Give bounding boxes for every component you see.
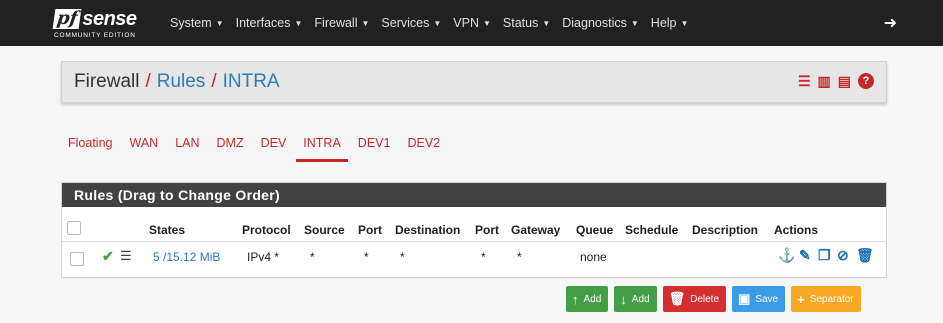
tab-lan[interactable]: LAN bbox=[175, 136, 199, 162]
menu-vpn-label: VPN bbox=[453, 16, 479, 30]
caret-down-icon: ▼ bbox=[680, 18, 689, 28]
col-source-port[interactable]: Port bbox=[358, 223, 382, 237]
separator-button[interactable]: + Separator bbox=[791, 286, 861, 312]
row-gateway: * bbox=[517, 250, 522, 264]
copy-icon[interactable]: ❐ bbox=[818, 247, 831, 264]
sliders-icon[interactable]: ☰ bbox=[798, 73, 811, 90]
tab-floating[interactable]: Floating bbox=[68, 136, 112, 162]
tab-intra[interactable]: INTRA bbox=[296, 136, 348, 162]
col-states[interactable]: States bbox=[149, 223, 185, 237]
edit-pencil-icon[interactable]: ✎ bbox=[799, 247, 811, 264]
menu-status-label: Status bbox=[502, 16, 539, 30]
caret-down-icon: ▼ bbox=[482, 18, 491, 28]
brand-sense: sense bbox=[82, 7, 137, 30]
menu-firewall-label: Firewall bbox=[314, 16, 358, 30]
breadcrumb-sep: / bbox=[145, 71, 151, 92]
menu-system-label: System bbox=[170, 16, 212, 30]
col-gateway[interactable]: Gateway bbox=[511, 223, 560, 237]
tab-dev[interactable]: DEV bbox=[261, 136, 287, 162]
col-source[interactable]: Source bbox=[304, 223, 345, 237]
breadcrumb-rules[interactable]: Rules bbox=[157, 71, 206, 93]
tab-dev1[interactable]: DEV1 bbox=[358, 136, 391, 162]
plus-icon: + bbox=[797, 291, 805, 307]
trash-icon: 🗑 bbox=[668, 291, 686, 306]
header-icons: ☰ ▥ ▤ ? bbox=[798, 73, 874, 90]
col-dest-port[interactable]: Port bbox=[475, 223, 499, 237]
add-bottom-button[interactable]: ↓ Add bbox=[614, 286, 657, 312]
row-source: * bbox=[310, 250, 315, 264]
interface-tabs: Floating WAN LAN DMZ DEV INTRA DEV1 DEV2 bbox=[68, 136, 457, 162]
save-label: Save bbox=[755, 293, 779, 305]
caret-down-icon: ▼ bbox=[630, 18, 639, 28]
sign-out-icon[interactable]: ➜ bbox=[884, 13, 897, 33]
caret-down-icon: ▼ bbox=[215, 18, 224, 28]
row-select-checkbox[interactable] bbox=[70, 252, 84, 266]
row-divider bbox=[62, 241, 886, 242]
tab-dev2[interactable]: DEV2 bbox=[407, 136, 440, 162]
row-states[interactable]: 5 /15.12 MiB bbox=[153, 250, 220, 264]
select-all-checkbox[interactable] bbox=[67, 221, 81, 235]
bar-chart-icon[interactable]: ▥ bbox=[818, 73, 831, 90]
caret-down-icon: ▼ bbox=[433, 18, 442, 28]
action-buttons: ↑ Add ↓ Add 🗑 Delete ▣ Save + Separator bbox=[566, 286, 861, 312]
menu-vpn[interactable]: VPN ▼ bbox=[453, 16, 491, 30]
col-actions: Actions bbox=[774, 223, 819, 237]
caret-down-icon: ▼ bbox=[542, 18, 551, 28]
separator-label: Separator bbox=[809, 293, 854, 305]
add-top-label: Add bbox=[583, 293, 602, 305]
arrow-down-icon: ↓ bbox=[620, 291, 627, 307]
col-destination[interactable]: Destination bbox=[395, 223, 460, 237]
breadcrumb-intra[interactable]: INTRA bbox=[223, 71, 280, 93]
brand-edition: COMMUNITY EDITION bbox=[54, 32, 136, 39]
menu-firewall[interactable]: Firewall ▼ bbox=[314, 16, 369, 30]
caret-down-icon: ▼ bbox=[361, 18, 370, 28]
row-queue: none bbox=[580, 250, 607, 264]
list-icon[interactable]: ▤ bbox=[838, 73, 851, 90]
page-title-bar: Firewall / Rules / INTRA ☰ ▥ ▤ ? bbox=[61, 61, 887, 103]
rules-panel: Rules (Drag to Change Order) States Prot… bbox=[61, 182, 887, 278]
rules-panel-title: Rules (Drag to Change Order) bbox=[62, 183, 886, 207]
list-log-icon[interactable]: ☰ bbox=[120, 248, 132, 264]
menu-help[interactable]: Help ▼ bbox=[651, 16, 689, 30]
row-source-port: * bbox=[364, 250, 369, 264]
save-icon: ▣ bbox=[738, 291, 751, 306]
menu-services-label: Services bbox=[381, 16, 430, 30]
menu-interfaces-label: Interfaces bbox=[235, 16, 291, 30]
save-button[interactable]: ▣ Save bbox=[732, 286, 786, 312]
help-icon[interactable]: ? bbox=[858, 73, 874, 89]
row-dest-port: * bbox=[481, 250, 486, 264]
pass-check-icon[interactable]: ✔ bbox=[102, 248, 114, 265]
arrow-up-icon: ↑ bbox=[572, 291, 579, 307]
menu-help-label: Help bbox=[650, 16, 677, 30]
tab-wan[interactable]: WAN bbox=[129, 136, 158, 162]
breadcrumb-firewall: Firewall bbox=[74, 71, 140, 92]
trash-icon[interactable]: 🗑 bbox=[856, 247, 874, 264]
col-schedule[interactable]: Schedule bbox=[625, 223, 678, 237]
row-protocol: IPv4 * bbox=[247, 250, 280, 264]
menu-status[interactable]: Status ▼ bbox=[503, 16, 550, 30]
col-protocol[interactable]: Protocol bbox=[242, 223, 291, 237]
disable-icon[interactable]: ⊘ bbox=[837, 247, 849, 264]
add-top-button[interactable]: ↑ Add bbox=[566, 286, 609, 312]
menu-services[interactable]: Services ▼ bbox=[381, 16, 441, 30]
menu-diagnostics[interactable]: Diagnostics ▼ bbox=[562, 16, 639, 30]
brand-pf: pf bbox=[52, 8, 82, 29]
menu-diagnostics-label: Diagnostics bbox=[562, 16, 627, 30]
row-destination: * bbox=[400, 250, 405, 264]
col-description[interactable]: Description bbox=[692, 223, 758, 237]
caret-down-icon: ▼ bbox=[294, 18, 303, 28]
top-navbar: pf sense COMMUNITY EDITION System ▼ Inter… bbox=[0, 0, 943, 46]
menu-system[interactable]: System ▼ bbox=[170, 16, 224, 30]
tab-dmz[interactable]: DMZ bbox=[217, 136, 244, 162]
add-bottom-label: Add bbox=[631, 293, 650, 305]
col-queue[interactable]: Queue bbox=[576, 223, 613, 237]
breadcrumb-sep: / bbox=[211, 71, 217, 92]
menu-interfaces[interactable]: Interfaces ▼ bbox=[236, 16, 303, 30]
delete-button[interactable]: 🗑 Delete bbox=[662, 286, 727, 312]
anchor-icon[interactable]: ⚓ bbox=[778, 247, 795, 264]
delete-label: Delete bbox=[690, 293, 720, 305]
pfsense-logo[interactable]: pf sense COMMUNITY EDITION bbox=[52, 7, 156, 39]
